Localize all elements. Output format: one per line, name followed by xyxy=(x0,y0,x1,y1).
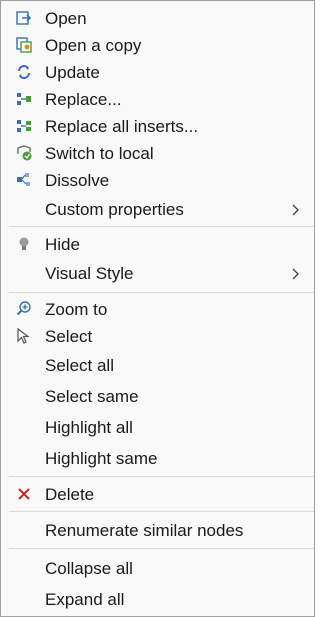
menu-item-select-same[interactable]: Select same xyxy=(1,386,314,408)
menu-item-open-copy[interactable]: Open a copy xyxy=(1,35,314,57)
open-copy-icon xyxy=(15,36,33,54)
chevron-right-icon xyxy=(290,203,300,217)
context-menu: Open Open a copy Update Replace... Repla… xyxy=(0,0,315,617)
zoom-icon xyxy=(15,300,33,318)
lightbulb-icon xyxy=(15,235,33,253)
menu-item-renumerate[interactable]: Renumerate similar nodes xyxy=(1,520,314,542)
menu-item-expand-all[interactable]: Expand all xyxy=(1,589,314,611)
menu-item-hide[interactable]: Hide xyxy=(1,234,314,256)
menu-item-dissolve[interactable]: Dissolve xyxy=(1,170,314,192)
menu-item-label: Hide xyxy=(45,235,80,254)
menu-item-delete[interactable]: Delete xyxy=(1,484,314,506)
replace-icon xyxy=(15,90,33,108)
menu-item-label: Select all xyxy=(45,356,114,375)
menu-item-collapse-all[interactable]: Collapse all xyxy=(1,558,314,580)
menu-item-label: Open a copy xyxy=(45,36,142,55)
menu-item-label: Open xyxy=(45,9,87,28)
menu-item-custom-properties[interactable]: Custom properties xyxy=(1,198,314,222)
menu-item-label: Collapse all xyxy=(45,559,133,578)
menu-item-label: Replace all inserts... xyxy=(45,117,199,136)
menu-separator xyxy=(9,292,314,293)
menu-item-label: Select same xyxy=(45,387,139,406)
menu-item-label: Custom properties xyxy=(45,200,184,219)
menu-separator xyxy=(9,476,314,477)
menu-item-label: Zoom to xyxy=(45,300,108,319)
menu-item-label: Expand all xyxy=(45,590,125,609)
switch-local-icon xyxy=(15,144,33,162)
open-icon xyxy=(15,9,33,27)
menu-item-label: Replace... xyxy=(45,90,122,109)
menu-item-label: Highlight same xyxy=(45,449,158,468)
menu-item-label: Delete xyxy=(45,485,95,504)
update-icon xyxy=(15,63,33,81)
menu-item-label: Update xyxy=(45,63,100,82)
chevron-right-icon xyxy=(290,267,300,281)
menu-item-visual-style[interactable]: Visual Style xyxy=(1,263,314,287)
menu-item-zoom-to[interactable]: Zoom to xyxy=(1,299,314,321)
menu-item-label: Select xyxy=(45,327,93,346)
cursor-arrow-icon xyxy=(15,327,33,345)
menu-item-replace-all[interactable]: Replace all inserts... xyxy=(1,116,314,138)
menu-item-label: Dissolve xyxy=(45,171,110,190)
menu-item-label: Switch to local xyxy=(45,144,154,163)
dissolve-icon xyxy=(15,171,33,189)
menu-item-select-all[interactable]: Select all xyxy=(1,355,314,377)
menu-item-highlight-same[interactable]: Highlight same xyxy=(1,448,314,470)
menu-item-label: Visual Style xyxy=(45,264,134,283)
menu-item-highlight-all[interactable]: Highlight all xyxy=(1,417,314,439)
menu-separator xyxy=(9,226,314,227)
replace-all-icon xyxy=(15,117,33,135)
menu-item-replace[interactable]: Replace... xyxy=(1,89,314,111)
menu-separator xyxy=(9,511,314,512)
menu-item-open[interactable]: Open xyxy=(1,8,314,30)
menu-separator xyxy=(9,548,314,549)
menu-item-switch-local[interactable]: Switch to local xyxy=(1,143,314,165)
menu-item-update[interactable]: Update xyxy=(1,62,314,84)
delete-x-icon xyxy=(15,485,33,503)
menu-item-select[interactable]: Select xyxy=(1,326,314,348)
menu-item-label: Renumerate similar nodes xyxy=(45,521,244,540)
menu-item-label: Highlight all xyxy=(45,418,133,437)
